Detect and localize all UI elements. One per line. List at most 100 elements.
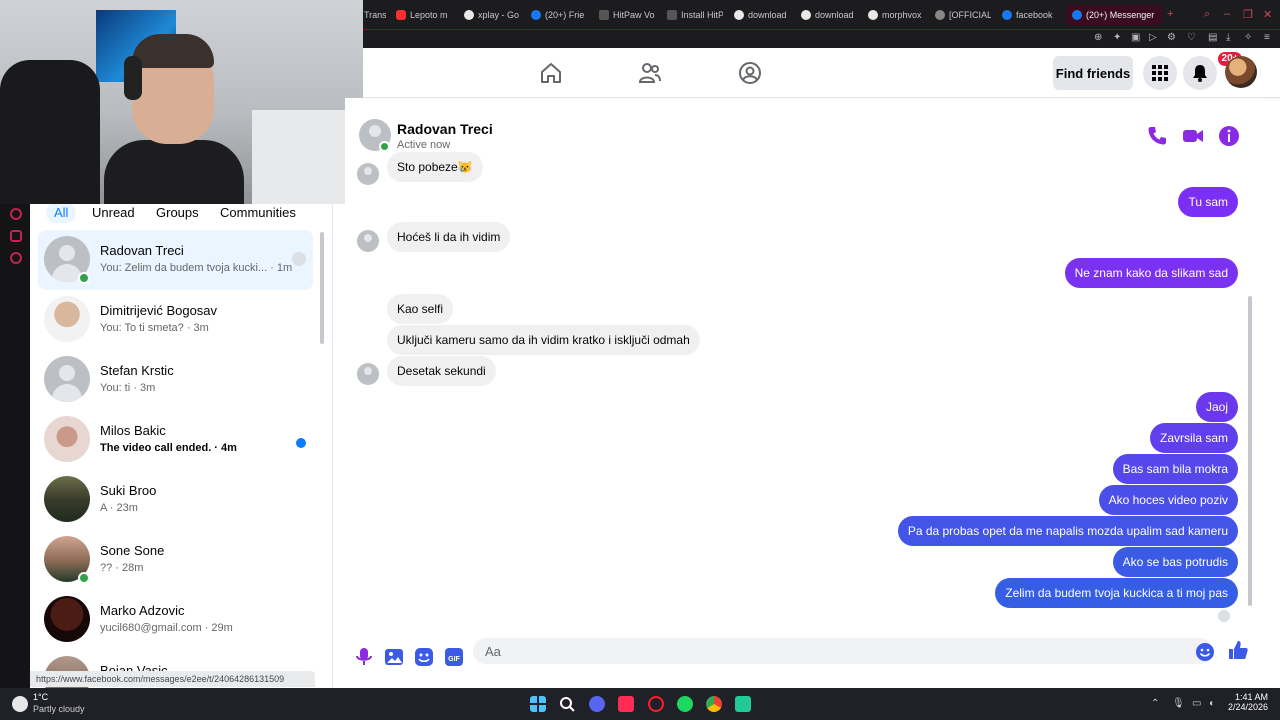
filter-communities[interactable]: Communities bbox=[212, 202, 304, 223]
volume-icon[interactable]: ◖ bbox=[1208, 698, 1214, 709]
microphone-icon[interactable] bbox=[353, 646, 375, 668]
opera-icon[interactable] bbox=[648, 696, 664, 712]
weather-description[interactable]: Partly cloudy bbox=[33, 704, 85, 714]
extensions-icon[interactable]: ✦ bbox=[1113, 32, 1121, 43]
browser-tab[interactable]: Lepoto m bbox=[396, 7, 452, 23]
zoom-icon[interactable]: ⊕ bbox=[1094, 32, 1102, 43]
message-outgoing[interactable]: Tu sam bbox=[1178, 187, 1238, 217]
message-incoming[interactable]: Desetak sekundi bbox=[387, 356, 496, 386]
minimize-icon[interactable]: – bbox=[1224, 8, 1230, 20]
tab-label: (20+) Messenger bbox=[1086, 10, 1155, 20]
message-outgoing[interactable]: Jaoj bbox=[1195, 392, 1238, 422]
voice-call-icon[interactable] bbox=[1146, 125, 1168, 147]
browser-tab[interactable]: (20+) Frie bbox=[531, 7, 587, 23]
spotify-icon[interactable] bbox=[677, 696, 693, 712]
weather-icon[interactable] bbox=[12, 696, 28, 712]
maximize-icon[interactable]: ❐ bbox=[1243, 8, 1253, 21]
tiktok-icon[interactable] bbox=[618, 696, 634, 712]
webcam-chair bbox=[0, 60, 100, 204]
browser-tab[interactable]: download bbox=[801, 7, 857, 23]
download-icon[interactable]: ⤓ bbox=[1226, 32, 1230, 43]
message-outgoing[interactable]: Ne znam kako da slikam sad bbox=[1064, 258, 1238, 288]
account-avatar[interactable] bbox=[1225, 56, 1257, 88]
browser-tab[interactable]: morphvox bbox=[868, 7, 924, 23]
emoji-icon[interactable] bbox=[1194, 641, 1216, 663]
chrome-icon[interactable] bbox=[706, 696, 722, 712]
search-icon[interactable] bbox=[559, 696, 575, 712]
chat-item[interactable]: Suki Broo A · 23m bbox=[38, 470, 313, 530]
app-icon[interactable] bbox=[735, 696, 751, 712]
settings-icon[interactable]: ⚙ bbox=[1167, 32, 1176, 43]
network-icon[interactable]: ▭ bbox=[1192, 698, 1201, 709]
message-incoming[interactable]: Kao selfi bbox=[387, 294, 454, 324]
history-icon[interactable] bbox=[10, 208, 22, 220]
browser-tab[interactable]: Trans bbox=[364, 7, 386, 23]
gif-icon[interactable]: GIF bbox=[443, 646, 465, 668]
microphone-tray-icon[interactable]: 🎙 bbox=[1172, 698, 1185, 709]
weather-temperature[interactable]: 1°C bbox=[33, 692, 48, 702]
filter-groups[interactable]: Groups bbox=[148, 202, 207, 223]
player-icon[interactable]: ▷ bbox=[1149, 32, 1157, 43]
message-outgoing[interactable]: Pa da probas opet da me napalis mozda up… bbox=[897, 516, 1238, 546]
message-outgoing[interactable]: Zelim da budem tvoja kuckica a ti moj pa… bbox=[995, 578, 1238, 608]
close-icon[interactable]: ✕ bbox=[1263, 8, 1272, 21]
start-icon[interactable] bbox=[530, 696, 546, 712]
message-outgoing[interactable]: Bas sam bila mokra bbox=[1112, 454, 1238, 484]
system-clock[interactable]: 1:41 AM 2/24/2026 bbox=[1222, 692, 1268, 712]
browser-tab[interactable]: [OFFICIAL bbox=[935, 7, 991, 23]
message-incoming[interactable]: Sto pobeze😿 bbox=[387, 152, 483, 182]
image-icon[interactable] bbox=[383, 646, 405, 668]
chat-item[interactable]: Sone Sone ?? · 28m bbox=[38, 530, 313, 590]
chat-name: Stefan Krstic bbox=[100, 363, 174, 378]
notifications-button[interactable] bbox=[1183, 56, 1217, 90]
message-input[interactable] bbox=[473, 638, 1213, 664]
online-indicator bbox=[78, 272, 90, 284]
chat-preview: A · 23m bbox=[100, 502, 138, 514]
search-tabs-icon[interactable]: ⌕ bbox=[1204, 8, 1210, 21]
chat-item[interactable]: Stefan Krstic You: ti · 3m bbox=[38, 350, 313, 410]
browser-sidebar-strip bbox=[0, 204, 30, 688]
browser-tab[interactable]: download bbox=[734, 7, 790, 23]
contact-name[interactable]: Radovan Treci bbox=[397, 121, 493, 137]
sticker-icon[interactable] bbox=[413, 646, 435, 668]
chat-item[interactable]: Milos Bakic The video call ended. · 4m bbox=[38, 410, 313, 470]
ai-icon[interactable]: ✧ bbox=[1244, 32, 1252, 43]
link-icon bbox=[935, 10, 945, 20]
heart-icon[interactable]: ♡ bbox=[1187, 32, 1196, 43]
filter-all[interactable]: All bbox=[46, 202, 77, 223]
filter-unread[interactable]: Unread bbox=[84, 202, 143, 223]
chat-item[interactable]: Dimitrijević Bogosav You: To ti smeta? ·… bbox=[38, 290, 313, 350]
tray-expand-icon[interactable]: ⌃ bbox=[1151, 698, 1159, 709]
menu-icon[interactable]: ≡ bbox=[1264, 32, 1270, 43]
settings-icon[interactable] bbox=[10, 252, 22, 264]
chat-list-scrollbar[interactable] bbox=[320, 232, 324, 344]
message-outgoing[interactable]: Zavrsila sam bbox=[1149, 423, 1238, 453]
chat-item[interactable]: Marko Adzovic yucil680@gmail.com · 29m bbox=[38, 590, 313, 650]
message-incoming[interactable]: Hoćeš li da ih vidim bbox=[387, 222, 511, 252]
clock-date: 2/24/2026 bbox=[1227, 702, 1268, 712]
message-outgoing[interactable]: Ako se bas potrudis bbox=[1112, 547, 1238, 577]
browser-tab-active[interactable]: (20+) Messenger bbox=[1066, 5, 1162, 25]
conversation-info-icon[interactable] bbox=[1218, 125, 1240, 147]
wallet-icon[interactable]: ▤ bbox=[1208, 32, 1217, 43]
browser-tab[interactable]: Install HitP bbox=[667, 7, 723, 23]
browser-tab[interactable]: facebook bbox=[1002, 7, 1058, 23]
conversation-scrollbar[interactable] bbox=[1248, 296, 1252, 606]
friends-icon[interactable] bbox=[638, 62, 662, 84]
new-tab-icon[interactable]: + bbox=[1167, 8, 1173, 20]
menu-button[interactable] bbox=[1143, 56, 1177, 90]
browser-tab[interactable]: xplay - Go bbox=[464, 7, 520, 23]
screenshot-icon[interactable]: ▣ bbox=[1131, 32, 1140, 43]
browser-tab[interactable]: HitPaw Vo bbox=[599, 7, 655, 23]
message-outgoing[interactable]: Ako hoces video poziv bbox=[1098, 485, 1238, 515]
message-incoming[interactable]: Uključi kameru samo da ih vidim kratko i… bbox=[387, 325, 700, 355]
groups-icon[interactable] bbox=[738, 62, 762, 84]
chat-item[interactable]: Radovan Treci You: Zelim da budem tvoja … bbox=[38, 230, 313, 290]
find-friends-button[interactable]: Find friends bbox=[1053, 56, 1133, 90]
discord-icon[interactable] bbox=[589, 696, 605, 712]
thumbs-up-icon[interactable] bbox=[1227, 639, 1249, 661]
video-call-icon[interactable] bbox=[1182, 125, 1204, 147]
facebook-icon bbox=[1072, 10, 1082, 20]
home-icon[interactable] bbox=[539, 62, 563, 84]
notes-icon[interactable] bbox=[10, 230, 22, 242]
